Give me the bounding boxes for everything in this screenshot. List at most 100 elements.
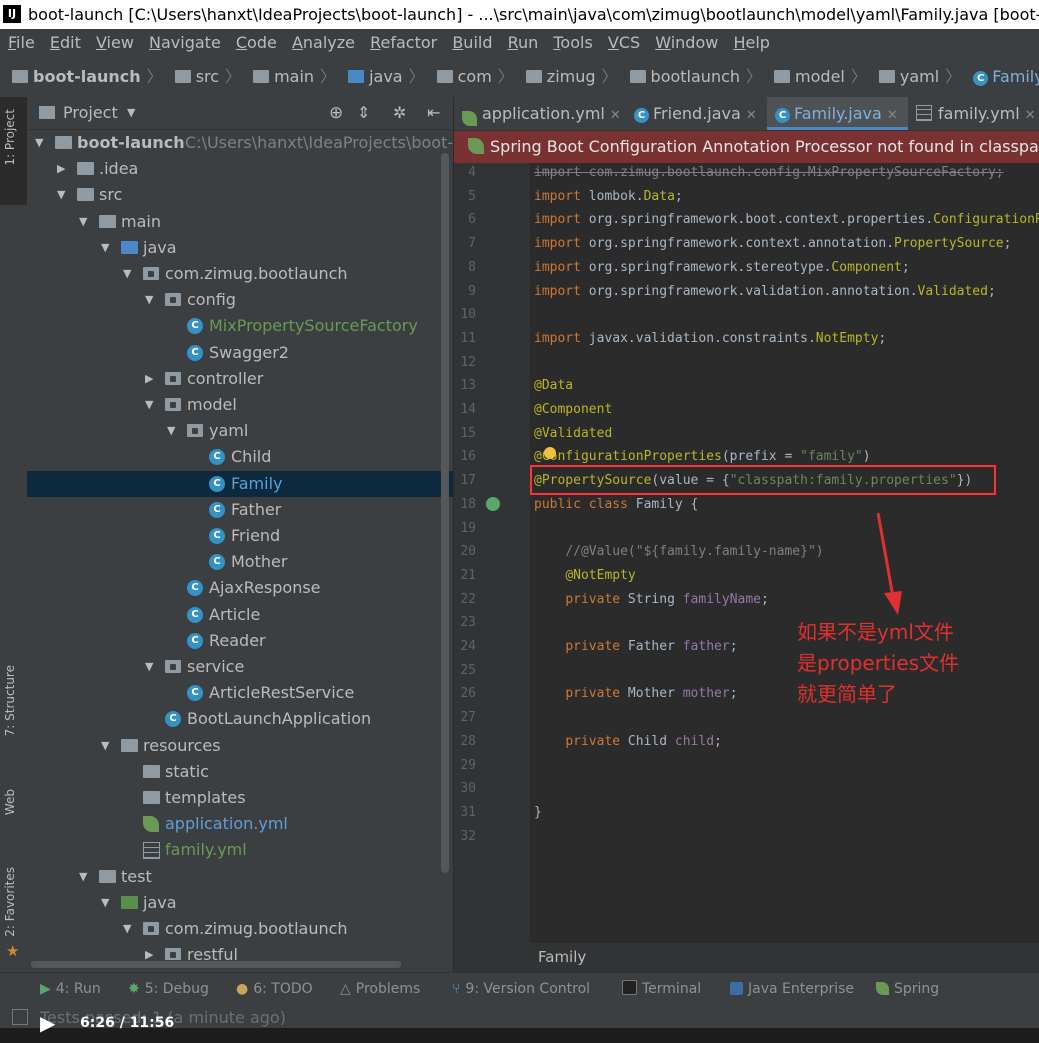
chevron-down-icon[interactable]: ▼ — [167, 418, 175, 444]
chevron-down-icon[interactable]: ▼ — [35, 130, 43, 156]
tree-item-family-yml[interactable]: family.yml — [27, 837, 453, 863]
chevron-right-icon[interactable]: ▶ — [145, 366, 153, 392]
problems-tool-button[interactable]: △ Problems — [340, 973, 420, 1006]
tree-scrollbar[interactable] — [441, 153, 449, 873]
web-tool-tab[interactable]: Web — [3, 789, 17, 815]
crumb-yaml[interactable]: yaml 〉 — [878, 57, 961, 97]
chevron-down-icon[interactable]: ▼ — [123, 916, 131, 942]
debug-tool-button[interactable]: ✸ 5: Debug — [128, 973, 209, 1006]
terminal-tool-button[interactable]: Terminal — [622, 973, 701, 1006]
chevron-down-icon[interactable]: ▼ — [127, 97, 135, 129]
spring-bean-gutter-icon[interactable] — [486, 497, 500, 511]
tree-item-controller[interactable]: ▶ controller — [27, 366, 453, 392]
spring-tool-button[interactable]: Spring — [876, 973, 939, 1006]
tree-item-idea[interactable]: ▶ .idea — [27, 156, 453, 182]
tree-item-test-package[interactable]: ▼ com.zimug.bootlaunch — [27, 916, 453, 942]
project-tool-tab[interactable]: 1: Project — [3, 109, 17, 166]
run-tool-button[interactable]: ▶ 4: Run — [40, 973, 101, 1006]
tab-application-yml[interactable]: application.yml ✕ — [462, 97, 621, 130]
project-view-selector[interactable]: Project — [63, 97, 118, 129]
chevron-right-icon[interactable]: ▶ — [145, 942, 153, 960]
crumb-project[interactable]: boot-launch 〉 — [12, 57, 163, 97]
tree-item-templates[interactable]: templates — [27, 785, 453, 811]
gear-icon[interactable]: ✲ — [393, 97, 406, 129]
close-icon[interactable]: ✕ — [610, 108, 621, 123]
chevron-right-icon[interactable]: ▶ — [57, 156, 65, 182]
tree-item-article[interactable]: C Article — [27, 602, 453, 628]
menu-navigate[interactable]: Navigate — [149, 29, 221, 57]
menu-build[interactable]: Build — [452, 29, 492, 57]
todo-tool-button[interactable]: ● 6: TODO — [236, 973, 313, 1006]
chevron-down-icon[interactable]: ▼ — [101, 733, 109, 759]
tree-item-yaml[interactable]: ▼ yaml — [27, 418, 453, 444]
menu-file[interactable]: File — [8, 29, 35, 57]
crumb-main[interactable]: main 〉 — [253, 57, 336, 97]
tree-item-main[interactable]: ▼ main — [27, 209, 453, 235]
tree-item-test-java[interactable]: ▼ java — [27, 890, 453, 916]
collapse-all-icon[interactable]: ⇕ — [357, 97, 370, 129]
chevron-down-icon[interactable]: ▼ — [57, 182, 65, 208]
hide-panel-icon[interactable]: ⇤ — [427, 97, 440, 129]
java-enterprise-tool-button[interactable]: Java Enterprise — [730, 973, 854, 1006]
chevron-down-icon[interactable]: ▼ — [145, 392, 153, 418]
close-icon[interactable]: ✕ — [1025, 108, 1036, 123]
menu-help[interactable]: Help — [733, 29, 769, 57]
structure-tool-tab[interactable]: 7: Structure — [3, 665, 17, 736]
menu-tools[interactable]: Tools — [553, 29, 592, 57]
crumb-model[interactable]: model 〉 — [774, 57, 867, 97]
tree-item-java[interactable]: ▼ java — [27, 235, 453, 261]
tree-item-family[interactable]: C Family — [27, 470, 453, 497]
close-icon[interactable]: ✕ — [887, 108, 898, 123]
tree-item-resources[interactable]: ▼ resources — [27, 733, 453, 759]
chevron-down-icon[interactable]: ▼ — [101, 235, 109, 261]
chevron-down-icon[interactable]: ▼ — [123, 261, 131, 287]
tree-item-mother[interactable]: C Mother — [27, 549, 453, 575]
close-icon[interactable]: ✕ — [746, 108, 757, 123]
locate-icon[interactable]: ⊕ — [329, 97, 343, 129]
menu-edit[interactable]: Edit — [50, 29, 81, 57]
menu-analyze[interactable]: Analyze — [292, 29, 355, 57]
crumb-bootlaunch[interactable]: bootlaunch 〉 — [629, 57, 762, 97]
editor-breadcrumb-class[interactable]: Family — [538, 948, 586, 966]
tab-friend-java[interactable]: C Friend.java ✕ — [634, 97, 757, 130]
tree-item-friend[interactable]: C Friend — [27, 523, 453, 549]
crumb-family[interactable]: CFamily〉 — [973, 57, 1039, 97]
tree-item-src[interactable]: ▼ src — [27, 182, 453, 208]
chevron-down-icon[interactable]: ▼ — [101, 890, 109, 916]
tree-item-reader[interactable]: C Reader — [27, 628, 453, 654]
tree-item-bootlaunchapplication[interactable]: C BootLaunchApplication — [27, 706, 453, 732]
tree-item-model[interactable]: ▼ model — [27, 392, 453, 418]
tree-item-static[interactable]: static — [27, 759, 453, 785]
favorites-tool-tab[interactable]: 2: Favorites — [3, 867, 17, 937]
menu-window[interactable]: Window — [655, 29, 718, 57]
tree-item-articlerestservice[interactable]: C ArticleRestService — [27, 680, 453, 706]
crumb-java[interactable]: java 〉 — [348, 57, 425, 97]
crumb-com[interactable]: com 〉 — [436, 57, 514, 97]
tree-item-boot-launch[interactable]: ▼ boot-launch C:\Users\hanxt\IdeaProjects\… — [27, 130, 453, 156]
tree-item-restful[interactable]: ▶ restful — [27, 942, 453, 960]
menu-vcs[interactable]: VCS — [608, 29, 640, 57]
tree-horizontal-scrollbar[interactable] — [31, 961, 401, 968]
tab-family-yml[interactable]: family.yml ✕ — [916, 97, 1036, 130]
menu-view[interactable]: View — [96, 29, 134, 57]
crumb-zimug[interactable]: zimug 〉 — [525, 57, 618, 97]
tree-item-package-bootlaunch[interactable]: ▼ com.zimug.bootlaunch — [27, 261, 453, 287]
chevron-down-icon[interactable]: ▼ — [145, 654, 153, 680]
chevron-down-icon[interactable]: ▼ — [145, 287, 153, 313]
lightbulb-icon[interactable] — [544, 447, 556, 459]
tree-item-ajaxresponse[interactable]: C AjaxResponse — [27, 575, 453, 601]
tab-family-java[interactable]: C Family.java ✕ — [767, 97, 908, 130]
tree-item-service[interactable]: ▼ service — [27, 654, 453, 680]
play-icon[interactable]: ▶ — [40, 1011, 55, 1035]
menu-code[interactable]: Code — [236, 29, 277, 57]
menu-refactor[interactable]: Refactor — [370, 29, 437, 57]
tree-item-father[interactable]: C Father — [27, 497, 453, 523]
tree-item-config[interactable]: ▼ config — [27, 287, 453, 313]
tree-item-test[interactable]: ▼ test — [27, 864, 453, 890]
crumb-src[interactable]: src 〉 — [174, 57, 241, 97]
tree-item-swagger2[interactable]: C Swagger2 — [27, 340, 453, 366]
tree-item-mixpropertysourcefactory[interactable]: C MixPropertySourceFactory — [27, 313, 453, 339]
tree-item-child[interactable]: C Child — [27, 444, 453, 470]
tree-item-application-yml[interactable]: application.yml — [27, 811, 453, 837]
chevron-down-icon[interactable]: ▼ — [79, 864, 87, 890]
